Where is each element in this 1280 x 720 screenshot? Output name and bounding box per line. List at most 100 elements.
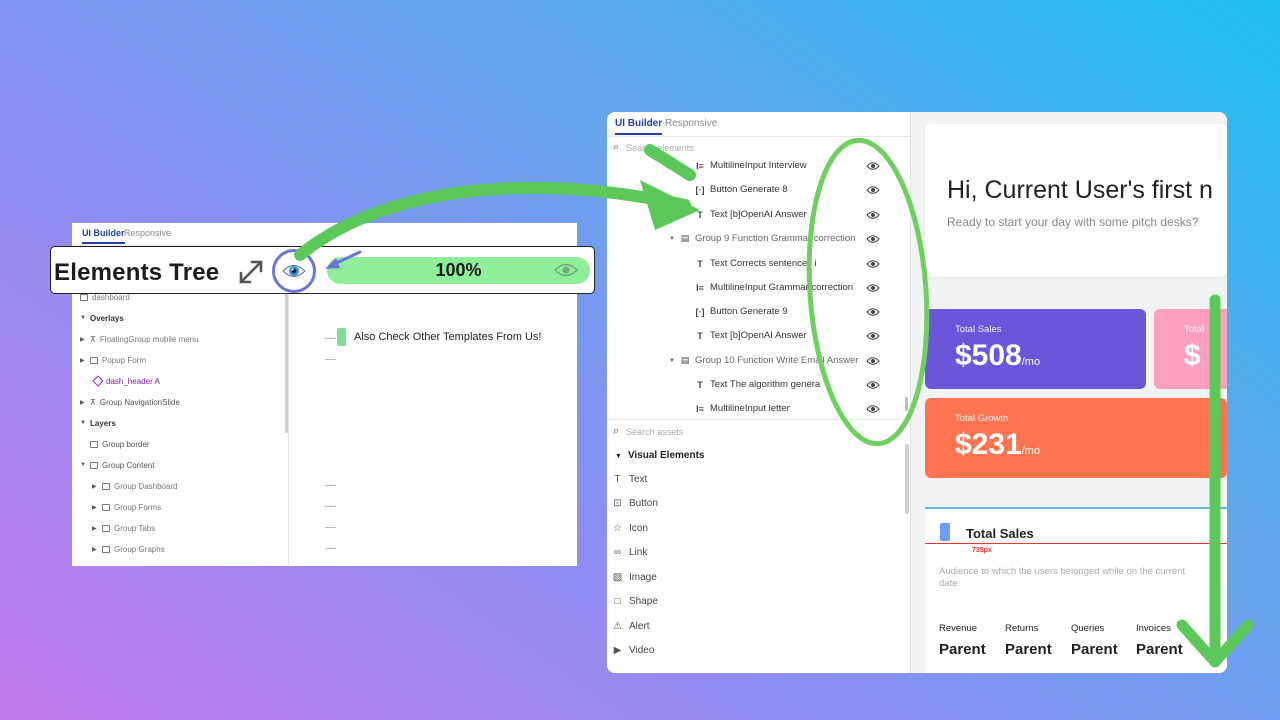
green-marker [337,328,346,346]
search-assets-input[interactable]: Search assets [626,427,683,437]
search-elements[interactable]: ⌕ Search elements [613,141,694,154]
tree-section-layers[interactable]: ▼ Layers [80,417,116,429]
group-icon [102,524,110,532]
tree-item-group-forms[interactable]: ▶ Group Forms ꟷꟷ [92,501,336,513]
asset-icon[interactable]: ☆ Icon [612,523,648,534]
tree-section-overlays[interactable]: ▼ Overlays [80,312,124,324]
asset-label: Shape [629,596,658,607]
caret-down-icon[interactable]: ▼ [669,236,675,242]
visual-elements-heading[interactable]: ▼ Visual Elements [615,450,704,461]
caret-right-icon[interactable]: ▶ [80,399,86,406]
asset-label: Icon [629,523,648,534]
stat-value: $508/mo [955,339,1040,373]
caret-right-icon[interactable]: ▶ [80,336,86,343]
eye-closed-icon[interactable]: ꟷꟷ [325,524,336,533]
search-assets[interactable]: ⌕ Search assets [613,425,683,438]
stat-card-total[interactable]: Total $ [1154,309,1227,389]
eye-toggle-button[interactable] [272,249,316,293]
section-marker [940,523,950,541]
asset-shape[interactable]: □ Shape [612,596,658,607]
caret-down-icon[interactable]: ▼ [80,462,86,468]
stat-card-total-sales[interactable]: Total Sales $508/mo [925,309,1146,389]
total-sales-description: Audience to which the users belonged whi… [939,566,1186,589]
scrollbar[interactable] [905,444,909,514]
caret-down-icon[interactable]: ▼ [80,315,86,321]
stat-card-total-growth[interactable]: Total Growth $231/mo [925,398,1227,478]
asset-link[interactable]: ∞ Link [612,547,647,558]
tree-item-label: Text Corrects sentences i [710,258,817,269]
tree-item-group-tabs[interactable]: ▶ Group Tabs ꟷꟷ [92,522,336,534]
link-icon: ∞ [613,547,622,558]
eye-icon[interactable] [866,331,880,341]
scrollbar[interactable] [285,293,288,433]
eye-icon[interactable] [866,356,880,366]
eye-closed-icon[interactable]: ꟷꟷ [325,356,336,365]
eye-icon[interactable] [866,185,880,195]
eye-closed-icon[interactable]: ꟷꟷ [325,335,336,344]
tree-item-button-generate-8[interactable]: [·] Button Generate 8 [695,184,788,195]
stat-value: $ [1184,339,1201,373]
element-type-icon: ▤ [680,233,690,243]
caret-right-icon[interactable]: ▶ [92,504,98,511]
stat-amount: $508 [955,339,1022,372]
tree-item-dash-header[interactable]: dash_header A [92,375,160,387]
tab-ui-builder[interactable]: UI Builder [615,118,663,135]
caret-right-icon[interactable]: ▶ [92,546,98,553]
eye-icon[interactable] [866,283,880,293]
search-elements-input[interactable]: Search elements [626,143,694,153]
eye-icon[interactable] [866,259,880,269]
asset-video[interactable]: ▶ Video [612,645,655,656]
caret-down-icon[interactable]: ▼ [80,420,86,426]
tree-item-text-algorithm[interactable]: T Text The algorithm genera [695,379,820,390]
tab-responsive[interactable]: Responsive [665,118,717,129]
column-header: Invoices [1136,623,1171,634]
caret-right-icon[interactable]: ▶ [80,357,86,364]
asset-alert[interactable]: ⚠ Alert [612,621,650,632]
eye-icon[interactable] [866,234,880,244]
caret-right-icon[interactable]: ▶ [92,483,98,490]
greeting-subtitle: Ready to start your day with some pitch … [947,215,1199,229]
tree-item-label: Group 10 Function Write Email Answer [694,355,859,366]
asset-button[interactable]: ⊡ Button [612,498,658,509]
tree-item-group-9-grammar[interactable]: ▼ ▤ Group 9 Function Grammar correction [669,233,855,244]
eye-icon[interactable] [866,210,880,220]
eye-icon [554,263,578,277]
stat-amount: $ [1184,339,1201,372]
tree-item-navigationslide[interactable]: ▶ ⊼ Group NavigationSlide [80,396,180,408]
tab-responsive[interactable]: Responsive [124,228,171,238]
eye-icon[interactable] [866,307,880,317]
also-check-banner[interactable]: Also Check Other Templates From Us! [337,328,541,346]
greeting-card: Hi, Current User's first n Ready to star… [925,124,1227,277]
tree-item-group-border[interactable]: Group border [90,438,150,450]
tree-item-multilineinput-letter[interactable]: I≡ MultilineInput letter [695,403,790,414]
group-icon [90,461,98,469]
tree-item-popup-form[interactable]: ▶ Popup Form ꟷꟷ [80,354,336,366]
tab-ui-builder[interactable]: UI Builder [82,228,125,244]
eye-icon[interactable] [866,380,880,390]
expand-icon[interactable] [236,257,266,287]
tree-item-group-graphs[interactable]: ▶ Group Graphs ꟷꟷ [92,543,336,555]
tree-item-multilineinput-interview[interactable]: I≡ MultilineInput Interview [695,160,807,171]
caret-down-icon[interactable]: ▼ [669,358,675,364]
tree-item-button-generate-9[interactable]: [·] Button Generate 9 [695,306,788,317]
progress-bar: 100% [327,257,590,284]
tree-item-text-openai-answer[interactable]: T Text [b]OpenAI Answer [695,209,806,220]
eye-closed-icon[interactable]: ꟷꟷ [325,545,336,554]
tree-item-text-openai-answer-2[interactable]: T Text [b]OpenAI Answer [695,330,806,341]
scrollbar[interactable] [905,397,908,411]
eye-closed-icon[interactable]: ꟷꟷ [325,482,336,491]
eye-icon[interactable] [866,404,880,414]
tree-item-floatinggroup[interactable]: ▶ ⊼ FloatingGroup mobile menu ꟷꟷ [80,333,336,345]
eye-closed-icon[interactable]: ꟷꟷ [325,503,336,512]
tree-item-multilineinput-grammar[interactable]: I≡ MultilineInput Grammar correction [695,282,853,293]
tree-item-group-content[interactable]: ▼ Group Content [80,459,154,471]
tree-item-group-dashboard[interactable]: ▶ Group Dashboard ꟷꟷ [92,480,336,492]
eye-icon[interactable] [866,161,880,171]
asset-text[interactable]: T Text [612,474,647,485]
column-value: Parent [939,641,986,658]
tree-item-text-corrects-sentences[interactable]: T Text Corrects sentences i [695,258,817,269]
tree-item-group-10-email[interactable]: ▼ ▤ Group 10 Function Write Email Answer [669,355,858,366]
caret-right-icon[interactable]: ▶ [92,525,98,532]
left-tabs: UI Builder Responsive [72,223,289,246]
asset-image[interactable]: ▨ Image [612,572,657,583]
